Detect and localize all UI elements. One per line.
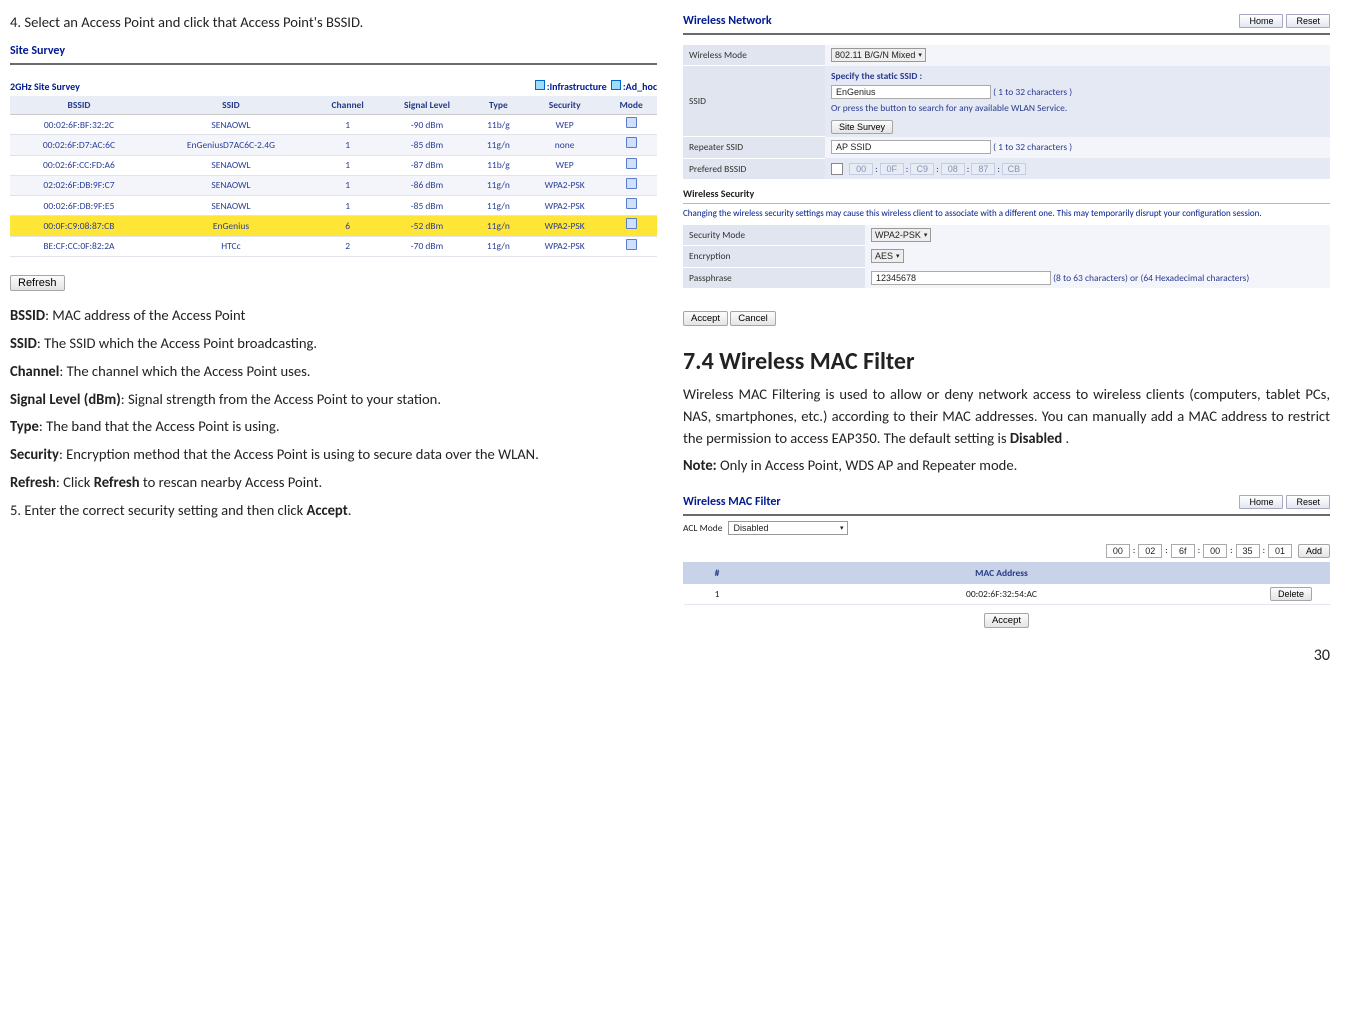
bssid-seg-input[interactable]: 08	[941, 163, 965, 175]
table-row[interactable]: 00:02:6F:CC:FD:A6SENAOWL1-87 dBm11b/gWEP	[10, 155, 657, 175]
cancel-button[interactable]: Cancel	[730, 311, 776, 326]
enc-select[interactable]: AES▾	[871, 249, 904, 263]
enc-label: Encryption	[683, 246, 865, 267]
mf-accept-button[interactable]: Accept	[984, 613, 1029, 628]
mode-icon	[626, 239, 637, 250]
delete-button[interactable]: Delete	[1270, 587, 1312, 601]
bssid-label: Prefered BSSID	[683, 158, 825, 179]
mode-icon	[626, 218, 637, 229]
chevron-down-icon: ▾	[924, 231, 928, 239]
chevron-down-icon: ▾	[918, 51, 922, 59]
mode-icon	[626, 117, 637, 128]
def-type: Type: The band that the Access Point is …	[10, 416, 657, 438]
def-channel: Channel: The channel which the Access Po…	[10, 361, 657, 383]
mac-seg-input[interactable]: 00	[1106, 544, 1130, 558]
mac-seg-input[interactable]: 02	[1138, 544, 1162, 558]
secmode-select[interactable]: WPA2-PSK▾	[871, 228, 931, 242]
def-security: Security: Encryption method that the Acc…	[10, 444, 657, 466]
mac-filter-panel: Wireless MAC Filter Home Reset ACL Mode …	[683, 491, 1330, 628]
def-signal: Signal Level (dBm): Signal strength from…	[10, 389, 657, 411]
mode-icon	[626, 158, 637, 169]
wireless-security-title: Wireless Security	[683, 180, 1330, 204]
add-button[interactable]: Add	[1298, 544, 1330, 558]
site-survey-button[interactable]: Site Survey	[831, 120, 893, 134]
wn-title: Wireless Network	[683, 12, 1236, 30]
bssid-checkbox[interactable]	[831, 163, 843, 175]
pass-label: Passphrase	[683, 267, 865, 288]
bssid-seg-input[interactable]: 87	[971, 163, 995, 175]
table-row[interactable]: BE:CF:CC:0F:82:2AHTCc2-70 dBm11g/nWPA2-P…	[10, 236, 657, 256]
band-label: 2GHz Site Survey	[10, 79, 80, 94]
acl-label: ACL Mode	[683, 521, 722, 535]
table-row: 1 00:02:6F:32:54:AC Delete	[684, 583, 1330, 604]
accept-button[interactable]: Accept	[683, 311, 728, 326]
mac-seg-input[interactable]: 01	[1268, 544, 1292, 558]
mac-list-table: #MAC Address 1 00:02:6F:32:54:AC Delete	[683, 562, 1330, 606]
survey-legend: :Infrastructure :Ad_hoc	[533, 79, 657, 94]
mac-seg-input[interactable]: 6f	[1171, 544, 1195, 558]
infra-icon	[535, 80, 545, 90]
def-refresh: Refresh: Click Refresh to rescan nearby …	[10, 472, 657, 494]
bssid-seg-input[interactable]: 0F	[880, 163, 904, 175]
bssid-seg-input[interactable]: CB	[1002, 163, 1026, 175]
mode-icon	[626, 178, 637, 189]
mac-seg-input[interactable]: 35	[1236, 544, 1260, 558]
mac-seg-input[interactable]: 00	[1203, 544, 1227, 558]
mode-icon	[626, 137, 637, 148]
table-row[interactable]: 02:02:6F:DB:9F:C7SENAOWL1-86 dBm11g/nWPA…	[10, 175, 657, 195]
mode-select[interactable]: 802.11 B/G/N Mixed▾	[831, 48, 926, 62]
survey-table: BSSIDSSIDChannelSignal LevelTypeSecurity…	[10, 96, 657, 257]
mf-title: Wireless MAC Filter	[683, 493, 1236, 511]
secmode-label: Security Mode	[683, 225, 865, 246]
reset-button[interactable]: Reset	[1286, 14, 1330, 28]
ssid-label: SSID	[683, 66, 825, 137]
page-number: 30	[10, 644, 1330, 668]
home-button[interactable]: Home	[1239, 14, 1283, 28]
adhoc-icon	[611, 80, 621, 90]
table-row[interactable]: 00:0F:C9:08:87:CBEnGenius6-52 dBm11g/nWP…	[10, 216, 657, 236]
chevron-down-icon: ▾	[840, 524, 844, 532]
table-row[interactable]: 00:02:6F:D7:AC:6CEnGeniusD7AC6C-2.4G1-85…	[10, 135, 657, 155]
repeater-label: Repeater SSID	[683, 137, 825, 158]
site-survey-title: Site Survey	[10, 40, 657, 65]
bssid-seg-input[interactable]: C9	[910, 163, 934, 175]
ssid-input[interactable]: EnGenius	[831, 85, 991, 99]
step-4-text: 4. Select an Access Point and click that…	[10, 12, 657, 34]
def-bssid: BSSID: MAC address of the Access Point	[10, 305, 657, 327]
mode-label: Wireless Mode	[683, 45, 825, 66]
mode-icon	[626, 198, 637, 209]
refresh-button[interactable]: Refresh	[10, 275, 65, 291]
wireless-network-panel: Wireless Network Home Reset Wireless Mod…	[683, 10, 1330, 326]
def-ssid: SSID: The SSID which the Access Point br…	[10, 333, 657, 355]
bssid-seg-input[interactable]: 00	[849, 163, 873, 175]
table-row[interactable]: 00:02:6F:DB:9F:E5SENAOWL1-85 dBm11g/nWPA…	[10, 196, 657, 216]
mac-filter-paragraph: Wireless MAC Filtering is used to allow …	[683, 384, 1330, 450]
mac-filter-note: Note: Only in Access Point, WDS AP and R…	[683, 455, 1330, 477]
step-5-text: 5. Enter the correct security setting an…	[10, 500, 657, 522]
mf-home-button[interactable]: Home	[1239, 495, 1283, 509]
chevron-down-icon: ▾	[896, 252, 900, 260]
mf-reset-button[interactable]: Reset	[1286, 495, 1330, 509]
pass-input[interactable]: 12345678	[871, 271, 1051, 285]
repeater-input[interactable]: AP SSID	[831, 140, 991, 154]
acl-select[interactable]: Disabled▾	[728, 521, 848, 535]
section-7-4-heading: 7.4 Wireless MAC Filter	[683, 344, 1330, 380]
table-row[interactable]: 00:02:6F:BF:32:2CSENAOWL1-90 dBm11b/gWEP	[10, 115, 657, 135]
site-survey-panel: Site Survey 2GHz Site Survey :Infrastruc…	[10, 40, 657, 291]
security-warning: Changing the wireless security settings …	[683, 204, 1330, 225]
